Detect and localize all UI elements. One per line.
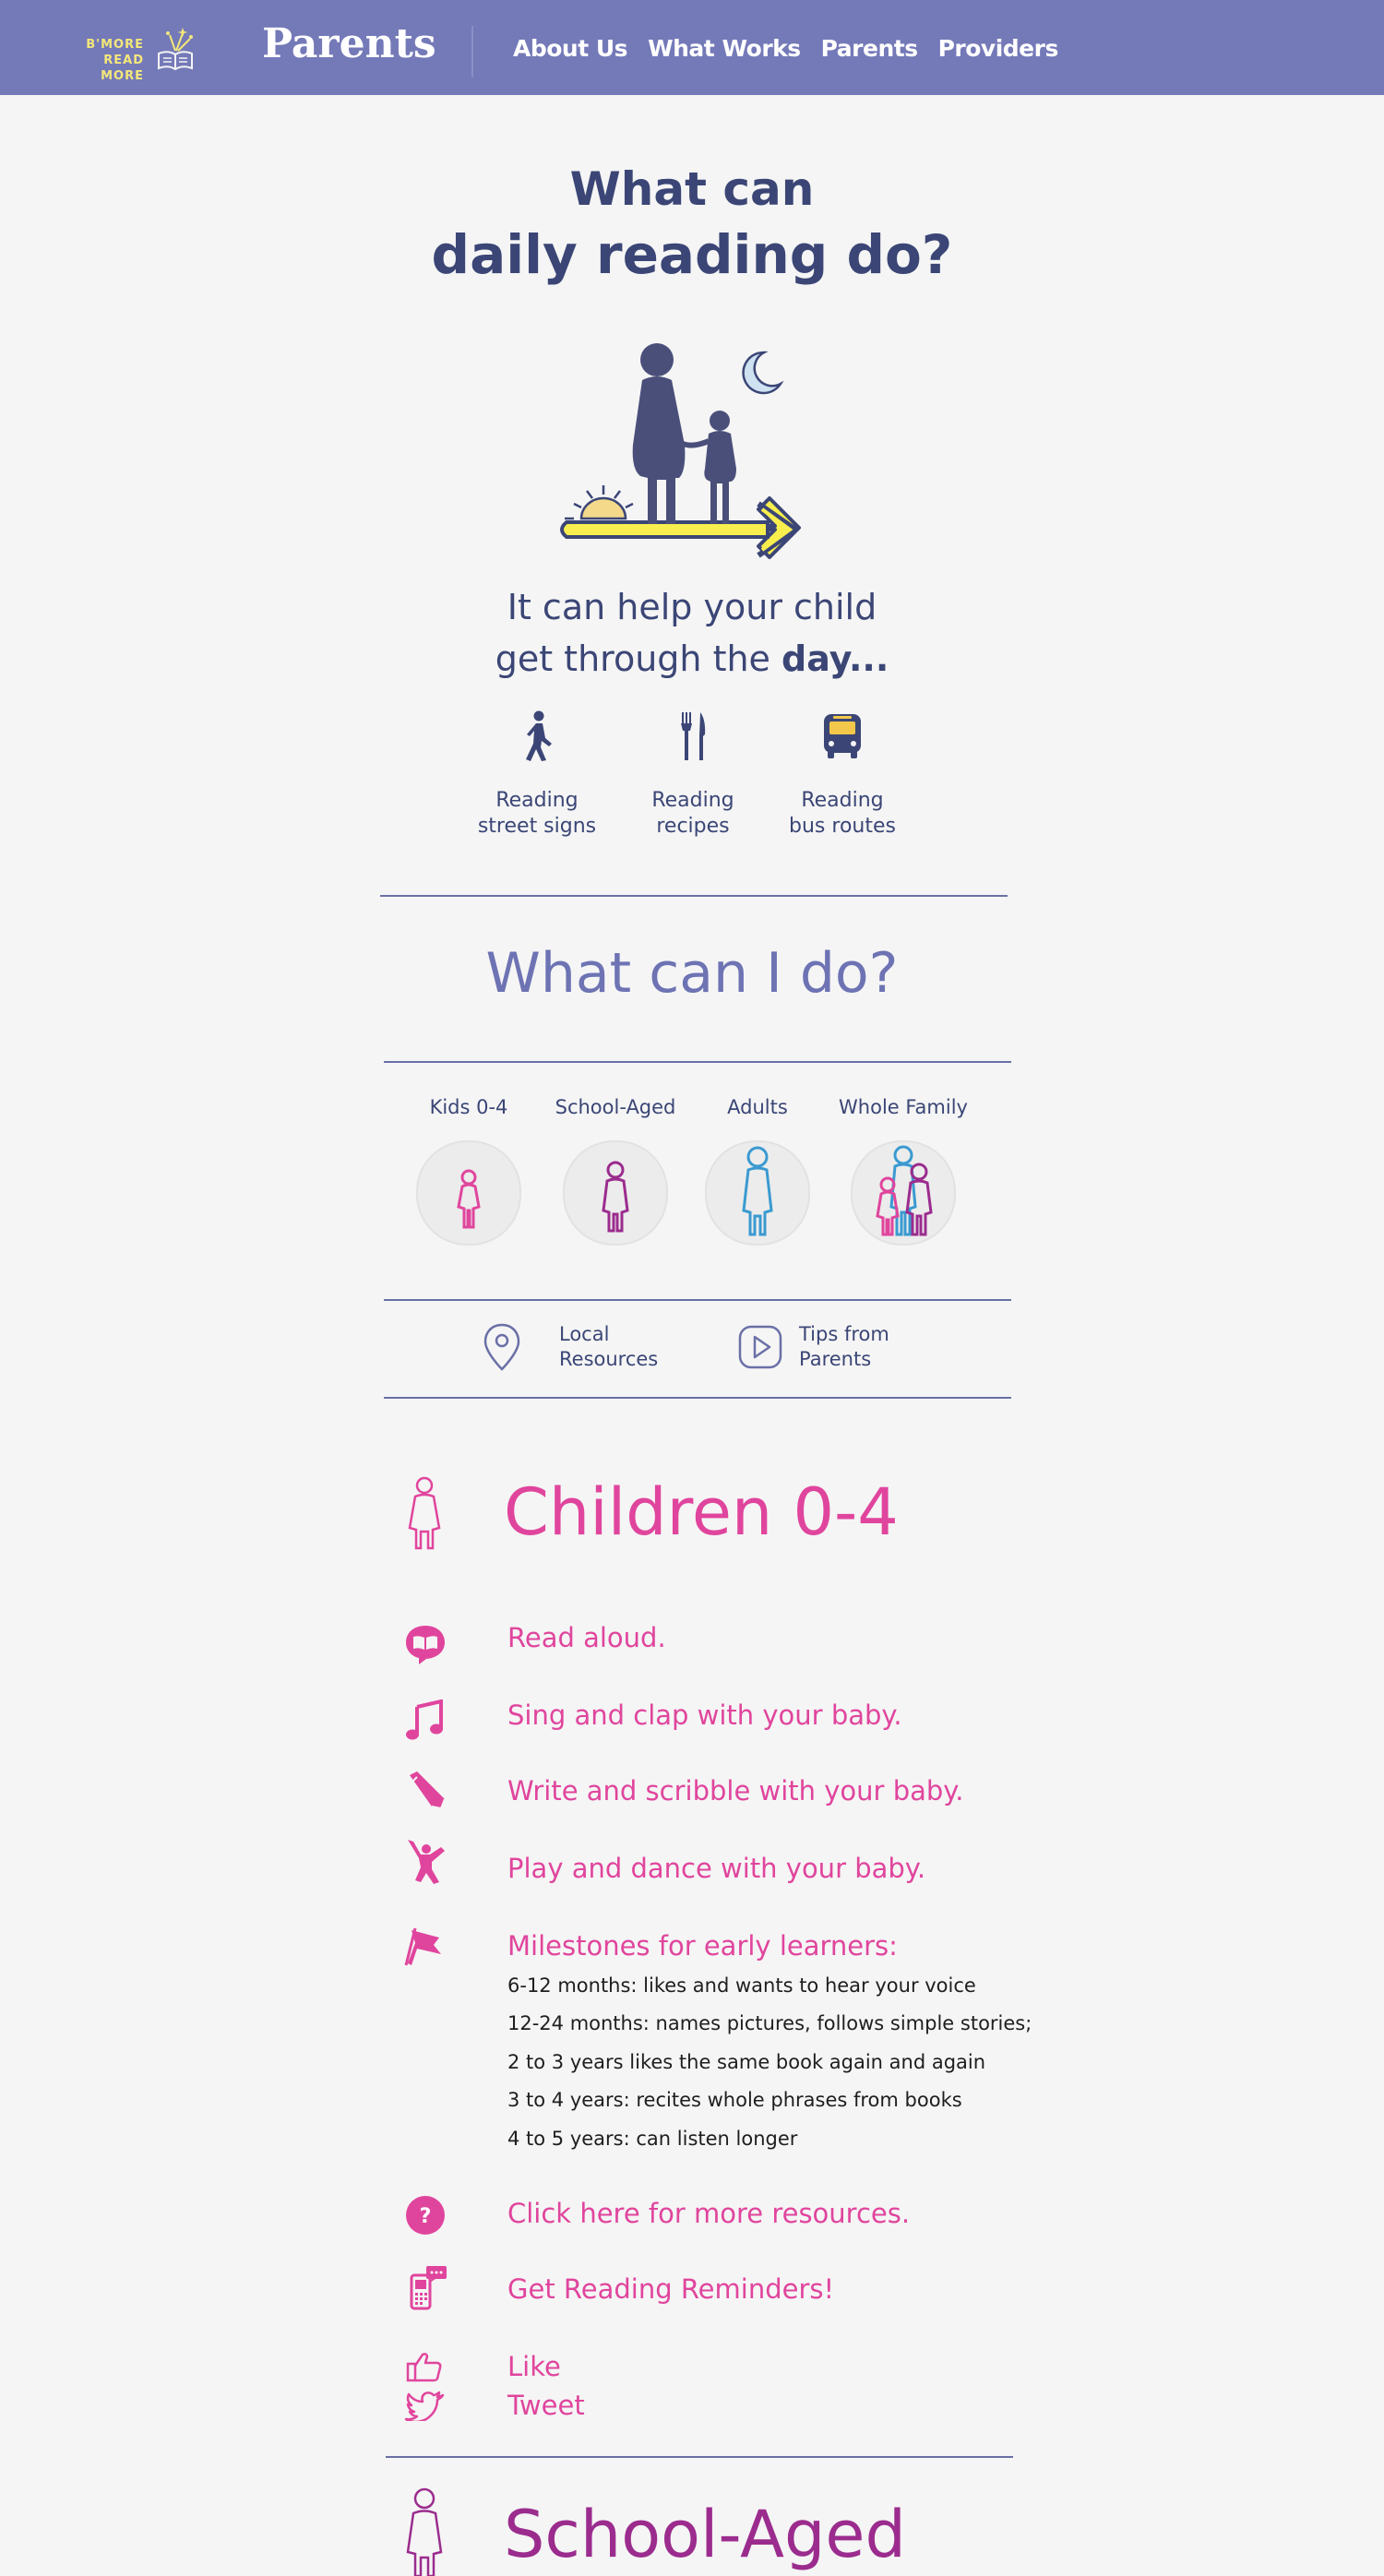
bus-icon [824,714,861,758]
local-resources-link[interactable]: Local Resources [480,1321,658,1373]
reading-label-line2: recipes [656,815,730,838]
phone-message-icon[interactable] [404,2264,447,2310]
reading-label-line1: Reading [651,789,734,812]
reading-label-line2: bus routes [789,815,896,838]
top-nav: B'MORE READ MORE Parents About Us What W… [0,0,1384,95]
reading-label: Reading bus routes [759,788,925,840]
student-figure-icon [602,1161,629,1233]
site-logo-text[interactable]: B'MORE READ MORE [65,37,144,84]
reading-label-line1: Reading [801,789,884,812]
what-can-i-do-heading: What can I do? [485,941,899,1006]
activity-read-aloud: Read aloud. [507,1622,666,1653]
school-aged-section-title: School-Aged [504,2497,906,2572]
audience-label: Whole Family [839,1096,968,1118]
resource-label: Tips from Parents [799,1322,889,1372]
fork-knife-icon [681,712,706,760]
music-note-icon [406,1699,443,1740]
thumbs-up-icon[interactable] [404,2351,447,2382]
reading-label: Reading street signs [454,788,620,840]
dancing-child-icon [408,1840,445,1884]
divider [380,895,1008,897]
resource-label-line1: Tips from [799,1323,889,1345]
question-circle-icon[interactable]: ? [404,2194,447,2236]
activity-write-scribble: Write and scribble with your baby. [507,1775,964,1807]
flag-icon [404,1927,441,1966]
hero-heading-line1: What can [569,162,815,216]
reading-label-line1: Reading [495,789,579,812]
activity-play-dance: Play and dance with your baby. [507,1853,926,1884]
milestone-item: 6-12 months: likes and wants to hear you… [507,1974,976,1997]
divider [384,1299,1011,1301]
family-figures-icon [876,1145,933,1236]
resource-label: Local Resources [559,1322,658,1372]
more-resources-link[interactable]: Click here for more resources. [507,2198,910,2229]
audience-label: Adults [727,1096,788,1118]
hero-sub2-prefix: get through the [495,638,770,679]
audience-label: School-Aged [555,1096,676,1118]
resource-label-line2: Resources [559,1348,659,1370]
parent-child-day-illustration [560,343,801,559]
book-bubble-icon [406,1626,445,1664]
children-section-title: Children 0-4 [504,1474,899,1550]
nav-link-providers[interactable]: Providers [938,35,1059,62]
audience-circle[interactable] [851,1140,956,1246]
hero-heading-line2: daily reading do? [431,223,953,286]
milestone-item: 4 to 5 years: can listen longer [507,2128,798,2150]
audience-label: Kids 0-4 [429,1096,508,1118]
child-figure-icon [457,1169,481,1229]
audience-circle[interactable] [705,1140,810,1246]
milestone-item: 12-24 months: names pictures, follows si… [507,2012,1032,2034]
divider [384,1061,1011,1063]
nav-link-about-us[interactable]: About Us [513,35,628,62]
audience-circle[interactable] [416,1140,521,1246]
audience-school-aged[interactable]: School-Aged [542,1096,689,1246]
play-icon [738,1325,782,1369]
pencil-icon [410,1771,446,1810]
nav-divider [471,26,473,78]
activity-milestones: Milestones for early learners: [507,1930,898,1962]
resource-label-line2: Parents [799,1348,872,1370]
reading-street-signs: Reading street signs [454,710,620,840]
nav-link-parents[interactable]: Parents [821,35,918,62]
divider [384,1397,1011,1399]
audience-kids-0-4[interactable]: Kids 0-4 [395,1096,543,1246]
reading-bus-routes: Reading bus routes [759,710,925,840]
resource-label-line1: Local [559,1323,610,1345]
map-pin-icon [483,1323,520,1371]
tips-from-parents-link[interactable]: Tips from Parents [738,1321,889,1373]
audience-circle[interactable] [563,1140,668,1246]
milestone-item: 2 to 3 years likes the same book again a… [507,2051,986,2073]
svg-text:?: ? [420,2205,432,2228]
student-figure-icon [406,2487,443,2576]
tweet-button[interactable]: Tweet [507,2390,585,2421]
hero-subheading-line2: get through the day... [0,638,1384,679]
divider [386,2456,1013,2458]
page-title: Parents [262,20,436,67]
logo-line1: B'MORE [86,38,144,52]
audience-whole-family[interactable]: Whole Family [829,1096,977,1246]
twitter-bird-icon[interactable] [404,2390,447,2421]
milestone-item: 3 to 4 years: recites whole phrases from… [507,2089,962,2111]
child-figure-icon [408,1476,441,1550]
audience-adults[interactable]: Adults [684,1096,831,1246]
reading-label: Reading recipes [610,788,776,840]
activity-sing-clap: Sing and clap with your baby. [507,1699,902,1731]
nav-link-what-works[interactable]: What Works [648,35,801,62]
hero-subheading-line1: It can help your child [507,587,877,627]
logo-line2: READ MORE [101,54,144,83]
reading-label-line2: street signs [477,815,597,838]
like-button[interactable]: Like [507,2351,561,2382]
nav-links: About Us What Works Parents Providers [513,35,1079,62]
reading-recipes: Reading recipes [610,710,776,840]
walking-person-icon [526,710,552,761]
adult-figure-icon [742,1146,773,1236]
open-book-sparkle-icon[interactable] [155,26,196,72]
reading-reminders-link[interactable]: Get Reading Reminders! [507,2273,834,2305]
hero-sub2-bold: day... [781,638,889,679]
